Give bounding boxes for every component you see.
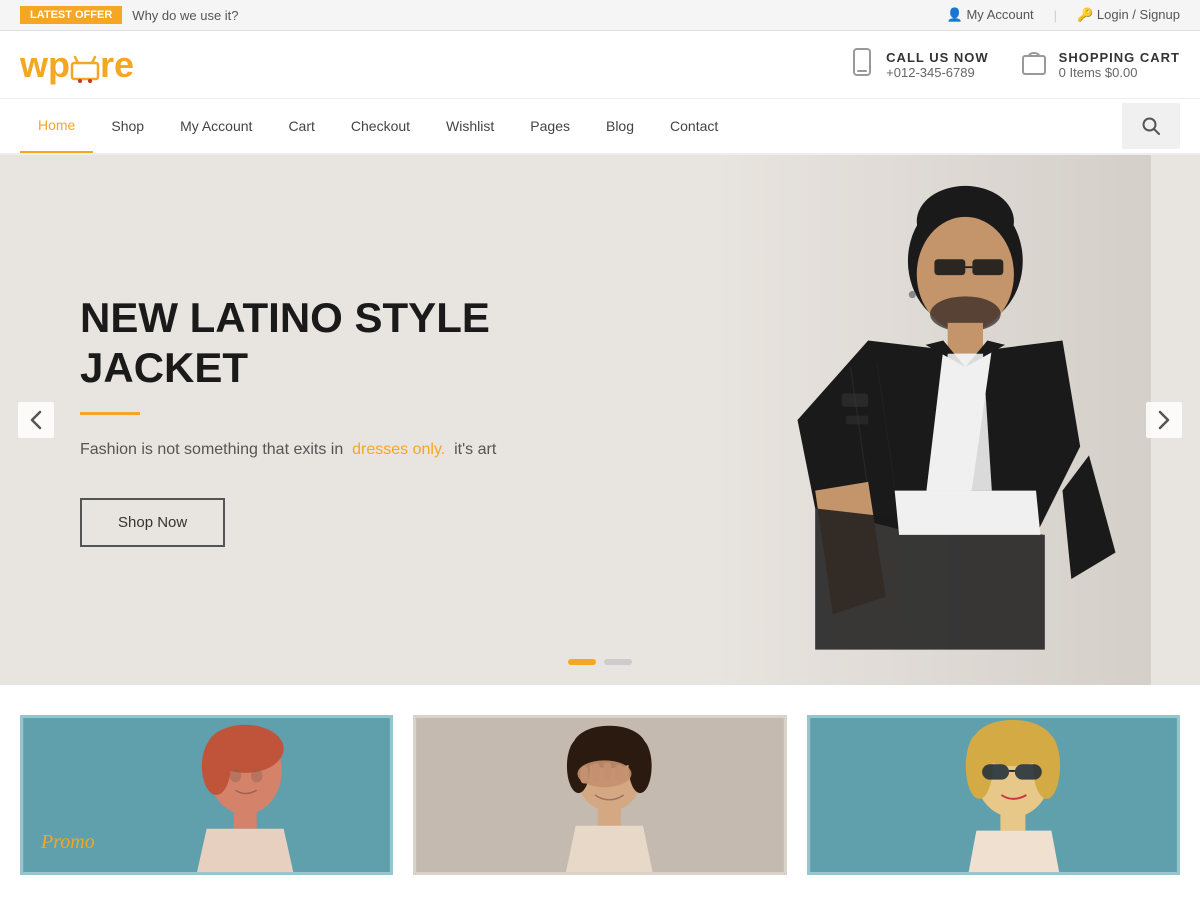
nav-shop[interactable]: Shop: [93, 100, 162, 152]
hero-title: NEW LATINO STYLE JACKET: [80, 293, 520, 394]
nav-pages[interactable]: Pages: [512, 100, 588, 152]
my-account-link[interactable]: 👤 My Account: [947, 7, 1034, 23]
top-bar-why: Why do we use it?: [132, 8, 238, 23]
logo-wp: wp: [20, 47, 70, 83]
call-us-label: CALL US NOW: [886, 50, 988, 65]
logo-store: re: [100, 47, 134, 83]
nav-home[interactable]: Home: [20, 99, 93, 153]
cart-bag-icon: [1019, 46, 1049, 83]
nav-links: Home Shop My Account Cart Checkout Wishl…: [20, 99, 736, 153]
nav-checkout[interactable]: Checkout: [333, 100, 428, 152]
hero-model-image: [660, 155, 1200, 685]
slider-next-button[interactable]: [1146, 402, 1182, 438]
category-card-1[interactable]: Promo: [20, 715, 393, 875]
cart-label: SHOPPING CART: [1059, 50, 1180, 65]
hero-subtitle: Fashion is not something that exits in d…: [80, 437, 520, 463]
slider-dot-1[interactable]: [568, 659, 596, 665]
phone-icon: [848, 48, 876, 82]
slider-dot-2[interactable]: [604, 659, 632, 665]
category-card-2[interactable]: [413, 715, 786, 875]
hero-slider: NEW LATINO STYLE JACKET Fashion is not s…: [0, 155, 1200, 685]
search-icon: [1142, 117, 1160, 135]
top-bar: LATEST OFFER Why do we use it? 👤 My Acco…: [0, 0, 1200, 31]
card2-image: [416, 718, 783, 872]
separator: |: [1054, 8, 1057, 23]
header-right: CALL US NOW +012-345-6789 SHOPPING CART …: [848, 46, 1180, 83]
call-us-number: +012-345-6789: [886, 65, 988, 80]
cart-text: SHOPPING CART 0 Items $0.00: [1059, 50, 1180, 80]
slider-dots: [568, 659, 632, 665]
card3-image: [810, 718, 1177, 872]
key-icon: 🔑: [1077, 7, 1097, 22]
subtitle-highlight: dresses only.: [352, 441, 445, 458]
category-label-1: Promo: [41, 831, 95, 854]
call-us-text: CALL US NOW +012-345-6789: [886, 50, 988, 80]
category-card-3[interactable]: [807, 715, 1180, 875]
cart-items: 0 Items $0.00: [1059, 65, 1180, 80]
call-us: CALL US NOW +012-345-6789: [848, 48, 988, 82]
top-bar-right: 👤 My Account | 🔑 Login / Signup: [947, 7, 1180, 23]
latest-offer-badge[interactable]: LATEST OFFER: [20, 6, 122, 24]
model-svg: [660, 155, 1200, 685]
nav-wishlist[interactable]: Wishlist: [428, 100, 512, 152]
hero-divider: [80, 412, 140, 415]
categories-row: Promo: [0, 685, 1200, 875]
nav-bar: Home Shop My Account Cart Checkout Wishl…: [0, 99, 1200, 155]
shopping-cart[interactable]: SHOPPING CART 0 Items $0.00: [1019, 46, 1180, 83]
top-bar-left: LATEST OFFER Why do we use it?: [20, 6, 239, 24]
logo-cart-icon: [70, 55, 100, 83]
chevron-right-icon: [1158, 410, 1170, 430]
nav-contact[interactable]: Contact: [652, 100, 736, 152]
nav-my-account[interactable]: My Account: [162, 100, 270, 152]
nav-cart[interactable]: Cart: [270, 100, 332, 152]
shop-now-button[interactable]: Shop Now: [80, 498, 225, 547]
logo[interactable]: wp re: [20, 47, 134, 83]
hero-content: NEW LATINO STYLE JACKET Fashion is not s…: [0, 293, 600, 547]
chevron-left-icon: [30, 410, 42, 430]
slider-prev-button[interactable]: [18, 402, 54, 438]
nav-blog[interactable]: Blog: [588, 100, 652, 152]
search-button[interactable]: [1122, 103, 1180, 149]
header: wp re CALL US NOW +012-345-6789: [0, 31, 1200, 99]
login-signup-link[interactable]: 🔑 Login / Signup: [1077, 7, 1180, 23]
user-icon: 👤: [947, 7, 967, 22]
